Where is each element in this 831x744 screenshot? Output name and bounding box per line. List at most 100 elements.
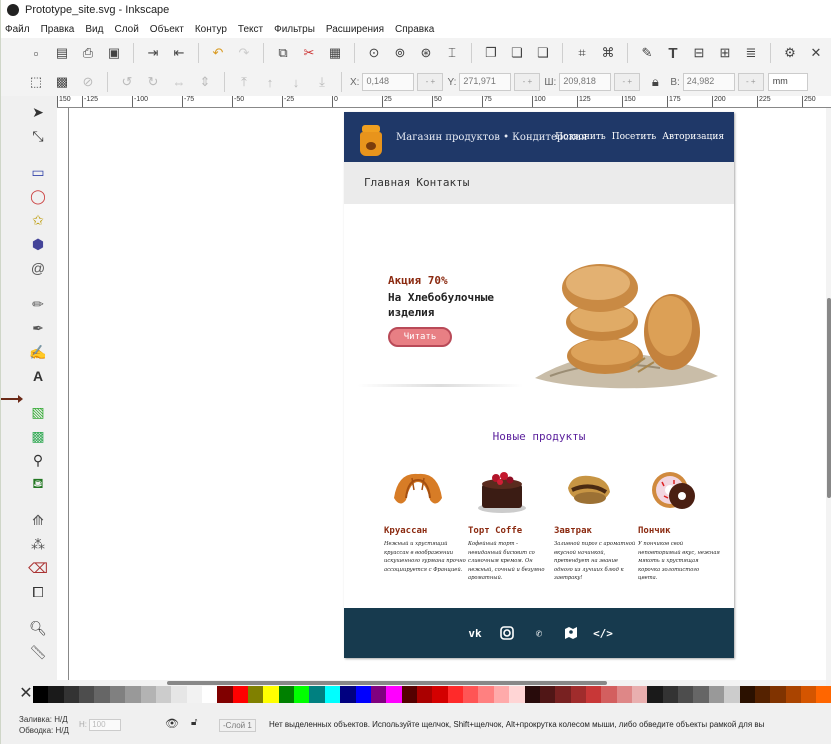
phone-icon[interactable]: ✆ — [531, 625, 547, 641]
color-swatch[interactable] — [800, 686, 817, 703]
color-swatch[interactable] — [248, 686, 264, 703]
node-tool-icon[interactable]: ⤡ — [27, 126, 49, 146]
menu-extensions[interactable]: Расширения — [326, 24, 384, 35]
color-swatch[interactable] — [524, 686, 540, 703]
color-swatch[interactable] — [340, 686, 356, 703]
height-input[interactable]: 24,982 — [682, 73, 735, 91]
zoom-drawing-icon[interactable]: ⊚ — [389, 42, 411, 64]
color-swatch[interactable] — [647, 686, 663, 703]
calligraphy-tool-icon[interactable]: ✍ — [27, 342, 49, 362]
color-swatch[interactable] — [370, 686, 387, 703]
vertical-scroll-thumb[interactable] — [827, 298, 831, 498]
nav-contacts[interactable]: Контакты — [416, 176, 469, 189]
menu-text[interactable]: Текст — [238, 24, 263, 35]
color-swatch[interactable] — [109, 686, 126, 703]
color-swatch[interactable] — [140, 686, 156, 703]
vertical-scrollbar[interactable] — [826, 108, 831, 680]
color-swatch[interactable] — [263, 686, 279, 703]
ungroup-icon[interactable]: ⌘ — [597, 42, 619, 64]
color-swatch[interactable] — [355, 686, 371, 703]
fill-stroke-indicator[interactable]: Заливка: Н/Д Обводка: Н/Д — [19, 714, 69, 736]
nav-visit[interactable]: Посетить — [612, 132, 657, 142]
mesh-tool-icon[interactable]: ▩ — [27, 426, 49, 446]
menu-object[interactable]: Объект — [150, 24, 184, 35]
color-swatch[interactable] — [509, 686, 525, 703]
code-icon[interactable]: </> — [593, 625, 613, 641]
color-swatch[interactable] — [171, 686, 187, 703]
import-icon[interactable]: ▣ — [103, 42, 125, 64]
lock-icon[interactable]: 🔓︎ — [191, 717, 197, 728]
color-swatch[interactable] — [601, 686, 617, 703]
x-input[interactable]: 0,148 — [362, 73, 415, 91]
ellipse-tool-icon[interactable]: ◯ — [27, 186, 49, 206]
color-swatch[interactable] — [155, 686, 172, 703]
star-tool-icon[interactable]: ✩ — [27, 210, 49, 230]
clone-icon[interactable]: ❏ — [506, 42, 528, 64]
product-card[interactable]: Круассан Нежный и хрустящий круассан в в… — [384, 468, 466, 574]
zoom-width-icon[interactable]: ⌶ — [441, 42, 463, 64]
lower-bottom-icon[interactable]: ⤓ — [311, 71, 333, 93]
color-swatch[interactable] — [770, 686, 786, 703]
color-swatch[interactable] — [186, 686, 202, 703]
document-properties-icon[interactable]: ✕ — [805, 42, 827, 64]
color-swatch[interactable] — [708, 686, 725, 703]
color-swatch[interactable] — [555, 686, 571, 703]
color-swatch[interactable] — [232, 686, 249, 703]
product-card[interactable]: Торт Coffe Кофейный торт - невиданный би… — [468, 468, 550, 583]
opacity-input[interactable]: 100 — [89, 719, 122, 731]
eye-icon[interactable]: 👁︎ — [165, 717, 179, 730]
color-swatch[interactable] — [125, 686, 141, 703]
color-swatch[interactable] — [724, 686, 740, 703]
export-bitmap-icon[interactable]: ⇤ — [168, 42, 190, 64]
gradient-tool-icon[interactable]: ▧ — [27, 402, 49, 422]
layer-select[interactable]: -Слой 1 — [219, 719, 256, 732]
color-swatch[interactable] — [447, 686, 464, 703]
color-swatch[interactable] — [79, 686, 95, 703]
menu-filters[interactable]: Фильтры — [274, 24, 315, 35]
copy-icon[interactable]: ⧉ — [272, 42, 294, 64]
color-swatch[interactable] — [785, 686, 801, 703]
x-stepper[interactable]: - + — [417, 73, 444, 91]
read-button[interactable]: Читать — [388, 327, 452, 347]
paint-bucket-tool-icon[interactable]: ⛾ — [27, 474, 49, 494]
color-swatch[interactable] — [739, 686, 755, 703]
3d-box-tool-icon[interactable]: ⬢ — [27, 234, 49, 254]
raise-icon[interactable]: ↑ — [259, 71, 281, 93]
color-swatch[interactable] — [493, 686, 510, 703]
no-color-swatch[interactable]: ✕ — [19, 686, 33, 703]
xml-editor-icon[interactable]: ⊟ — [688, 42, 710, 64]
color-swatch[interactable] — [94, 686, 110, 703]
horizontal-ruler[interactable]: 150 -125 -100 -75 -50 -25 0 25 50 75 100… — [57, 96, 831, 108]
fill-stroke-icon[interactable]: ✎ — [636, 42, 658, 64]
height-field[interactable]: В: 24,982- + — [670, 73, 764, 91]
y-stepper[interactable]: - + — [514, 73, 541, 91]
lock-ratio-icon[interactable]: 🔒︎ — [644, 71, 666, 93]
print-icon[interactable]: ⎙ — [77, 42, 99, 64]
paste-icon[interactable]: ▦ — [324, 42, 346, 64]
rotate-ccw-icon[interactable]: ↺ — [116, 71, 138, 93]
color-swatch[interactable] — [816, 686, 831, 703]
tweak-tool-icon[interactable]: ⟰ — [27, 510, 49, 530]
vertical-ruler[interactable] — [57, 108, 69, 680]
nav-call[interactable]: Позвонить — [555, 132, 606, 142]
vk-icon[interactable]: vk — [467, 625, 483, 641]
y-field[interactable]: Y: 271,971- + — [447, 73, 541, 91]
connector-tool-icon[interactable]: ⧠ — [27, 582, 49, 602]
color-swatch[interactable] — [463, 686, 479, 703]
text-tool-icon[interactable]: A — [27, 366, 49, 386]
text-format-icon[interactable]: T — [662, 42, 684, 64]
nav-login[interactable]: Авторизация — [662, 132, 724, 142]
open-icon[interactable]: ▤ — [51, 42, 73, 64]
width-input[interactable]: 209,818 — [559, 73, 612, 91]
rectangle-tool-icon[interactable]: ▭ — [27, 162, 49, 182]
color-swatch[interactable] — [33, 686, 49, 703]
preferences-icon[interactable]: ⚙ — [779, 42, 801, 64]
color-swatch[interactable] — [754, 686, 771, 703]
color-swatch[interactable] — [386, 686, 402, 703]
menu-edit[interactable]: Правка — [41, 24, 75, 35]
select-all-layers-icon[interactable]: ▩ — [51, 71, 73, 93]
color-swatch[interactable] — [217, 686, 233, 703]
color-swatch[interactable] — [478, 686, 494, 703]
unlink-icon[interactable]: ❑ — [532, 42, 554, 64]
lower-icon[interactable]: ↓ — [285, 71, 307, 93]
